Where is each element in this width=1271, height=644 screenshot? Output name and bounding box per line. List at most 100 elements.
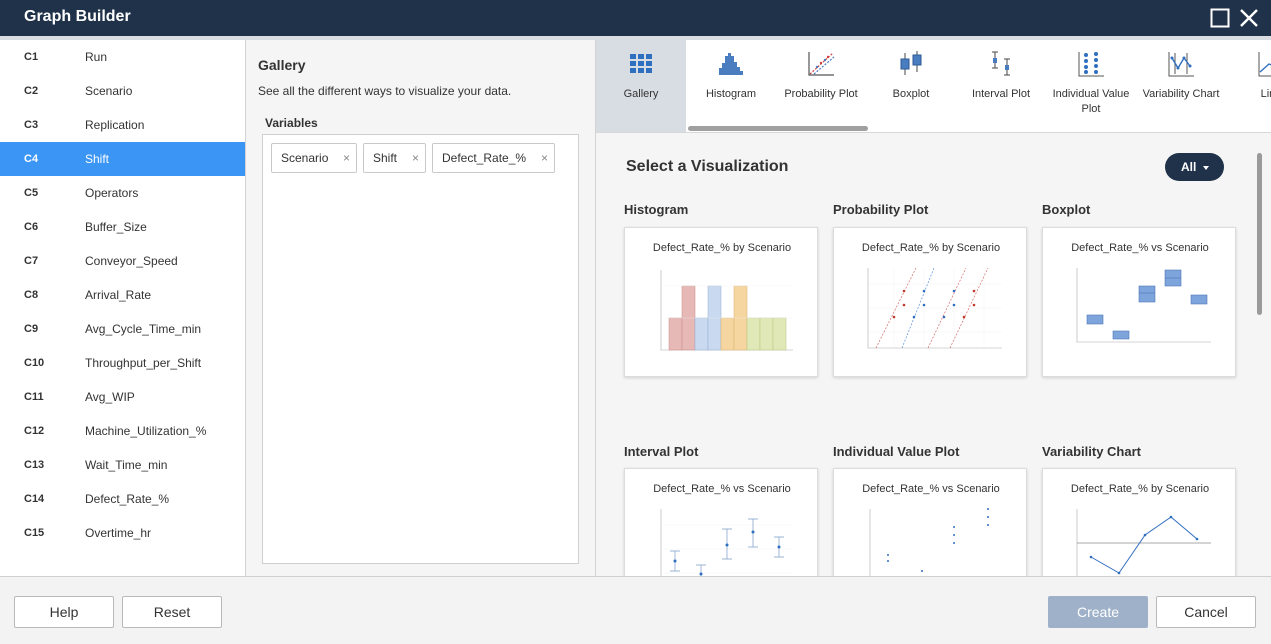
individual-value-plot-thumbnail [869, 508, 989, 576]
column-item[interactable]: C1 Run [0, 40, 245, 74]
column-id: C14 [24, 493, 45, 505]
interval-plot-card[interactable]: Defect_Rate_% vs Scenario [624, 468, 818, 576]
variables-label: Variables [265, 116, 318, 130]
visualization-gallery: Select a Visualization All Histogram Pro… [596, 133, 1271, 576]
card-label-boxplot: Boxplot [1042, 202, 1091, 217]
column-id: C5 [24, 187, 39, 199]
tab-boxplot[interactable]: Boxplot [866, 40, 956, 132]
column-name: Scenario [85, 84, 133, 98]
card-label-histogram: Histogram [624, 202, 689, 217]
column-name: Conveyor_Speed [85, 254, 178, 268]
column-item[interactable]: C15 Overtime_hr [0, 516, 245, 550]
column-id: C1 [24, 51, 39, 63]
variables-drop-zone[interactable]: Scenario × Shift × Defect_Rate_% × [262, 134, 579, 564]
gallery-panel: Gallery See all the different ways to vi… [246, 40, 596, 576]
column-name: Throughput_per_Shift [85, 356, 202, 370]
tab-label: Individual Value Plot [1052, 88, 1130, 115]
boxplot-icon [900, 51, 922, 75]
help-button[interactable]: Help [14, 596, 114, 628]
interval-plot-thumbnail [660, 509, 793, 576]
histogram-icon [719, 53, 743, 75]
column-id: C6 [24, 221, 39, 233]
column-name: Run [85, 50, 108, 64]
reset-button[interactable]: Reset [122, 596, 222, 628]
column-item[interactable]: C3 Replication [0, 108, 245, 142]
variable-chip-defect-rate[interactable]: Defect_Rate_% × [432, 143, 555, 173]
close-icon[interactable] [1239, 8, 1259, 28]
remove-variable-icon[interactable]: × [541, 151, 548, 165]
column-id: C8 [24, 289, 39, 301]
boxplot-card[interactable]: Defect_Rate_% vs Scenario [1042, 227, 1236, 377]
boxplot-thumbnail [1076, 268, 1211, 343]
individual-value-plot-card[interactable]: Defect_Rate_% vs Scenario [833, 468, 1027, 576]
variable-chip-scenario[interactable]: Scenario × [271, 143, 357, 173]
gallery-vertical-scrollbar[interactable] [1257, 153, 1262, 315]
tab-gallery[interactable]: Gallery [596, 40, 686, 132]
column-item[interactable]: C8 Arrival_Rate [0, 278, 245, 312]
column-id: C11 [24, 391, 44, 403]
tabs-horizontal-scrollbar[interactable] [688, 126, 868, 131]
column-item[interactable]: C5 Operators [0, 176, 245, 210]
card-title: Defect_Rate_% by Scenario [652, 242, 792, 254]
tab-probability-plot[interactable]: Probability Plot [776, 40, 866, 132]
tab-label: Line [1260, 88, 1271, 100]
maximize-icon[interactable] [1210, 8, 1230, 28]
tab-variability-chart[interactable]: Variability Chart [1136, 40, 1226, 132]
column-name: Machine_Utilization_% [85, 424, 207, 438]
variability-chart-thumbnail [1076, 509, 1211, 576]
card-title: Defect_Rate_% vs Scenario [862, 483, 1000, 495]
window-title: Graph Builder [24, 8, 131, 25]
column-name: Defect_Rate_% [85, 492, 170, 506]
column-item[interactable]: C6 Buffer_Size [0, 210, 245, 244]
column-item[interactable]: C10 Throughput_per_Shift [0, 346, 245, 380]
column-id: C7 [24, 255, 39, 267]
cancel-button[interactable]: Cancel [1156, 596, 1256, 628]
dialog-footer: Help Reset Create Cancel [0, 576, 1271, 644]
chart-type-tabs: Gallery Histogram Probability Plot Boxpl… [596, 40, 1271, 133]
select-visualization-title: Select a Visualization [626, 158, 789, 175]
variability-chart-card[interactable]: Defect_Rate_% by Scenario [1042, 468, 1236, 576]
tab-histogram[interactable]: Histogram [686, 40, 776, 132]
column-item[interactable]: C13 Wait_Time_min [0, 448, 245, 482]
variable-chip-shift[interactable]: Shift × [363, 143, 426, 173]
histogram-thumbnail [660, 270, 793, 351]
card-label-variability-chart: Variability Chart [1042, 444, 1141, 459]
histogram-card[interactable]: Defect_Rate_% by Scenario [624, 227, 818, 377]
card-title: Defect_Rate_% by Scenario [1070, 483, 1210, 495]
column-item[interactable]: C7 Conveyor_Speed [0, 244, 245, 278]
column-item[interactable]: C12 Machine_Utilization_% [0, 414, 245, 448]
column-item[interactable]: C9 Avg_Cycle_Time_min [0, 312, 245, 346]
column-id: C4 [24, 153, 39, 165]
filter-label: All [1181, 160, 1197, 174]
column-id: C3 [24, 119, 39, 131]
column-name: Shift [85, 152, 110, 166]
tab-line[interactable]: Line [1226, 40, 1271, 132]
probability-plot-card[interactable]: Defect_Rate_% by Scenario [833, 227, 1027, 377]
card-label-probability-plot: Probability Plot [833, 202, 929, 217]
column-id: C9 [24, 323, 39, 335]
tab-interval-plot[interactable]: Interval Plot [956, 40, 1046, 132]
tab-label: Histogram [705, 88, 757, 100]
remove-variable-icon[interactable]: × [412, 151, 419, 165]
tab-label: Probability Plot [784, 88, 858, 100]
create-button[interactable]: Create [1048, 596, 1148, 628]
column-name: Replication [85, 118, 145, 132]
column-name: Avg_Cycle_Time_min [85, 322, 202, 336]
column-item-selected[interactable]: C4 Shift [0, 142, 245, 176]
column-id: C13 [24, 459, 45, 471]
column-item[interactable]: C2 Scenario [0, 74, 245, 108]
tab-individual-value-plot[interactable]: Individual Value Plot [1046, 40, 1136, 132]
gallery-description: See all the different ways to visualize … [258, 84, 512, 98]
variable-chip-label: Scenario [281, 151, 329, 165]
column-id: C12 [24, 425, 45, 437]
column-name: Operators [85, 186, 139, 200]
chevron-down-icon [1203, 166, 1209, 170]
probability-plot-thumbnail [867, 267, 1002, 349]
remove-variable-icon[interactable]: × [343, 151, 350, 165]
filter-dropdown[interactable]: All [1165, 153, 1224, 181]
column-item[interactable]: C14 Defect_Rate_% [0, 482, 245, 516]
variability-chart-icon [1168, 52, 1194, 77]
column-list: C1 Run C2 Scenario C3 Replication C4 Shift C… [0, 40, 246, 576]
variable-chip-label: Shift [373, 151, 398, 165]
column-item[interactable]: C11 Avg_WIP [0, 380, 245, 414]
